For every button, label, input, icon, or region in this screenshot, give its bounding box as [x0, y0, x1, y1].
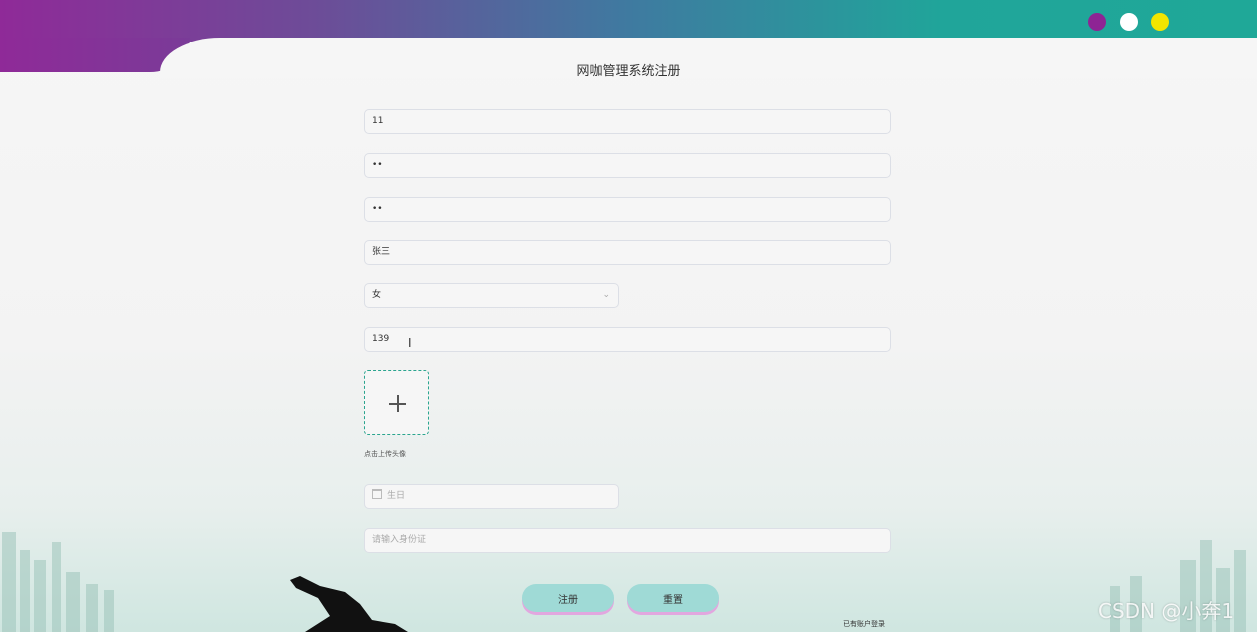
password-value: •• — [372, 160, 383, 170]
id-card-input[interactable]: 请输入身份证 — [364, 528, 891, 553]
gender-value: 女 — [372, 290, 382, 300]
id-card-placeholder: 请输入身份证 — [372, 535, 427, 545]
register-button[interactable]: 注册 — [522, 584, 614, 612]
birthday-picker[interactable]: 生日 — [364, 484, 619, 509]
confirm-password-value: •• — [372, 204, 383, 214]
purple-dot — [1088, 13, 1106, 31]
page-title: 网咖管理系统注册 — [576, 64, 681, 79]
text-cursor-icon: I — [408, 336, 412, 350]
header-band — [0, 0, 1257, 42]
confirm-password-input[interactable]: •• — [364, 197, 891, 222]
birthday-placeholder: 生日 — [387, 491, 406, 501]
white-dot — [1120, 13, 1138, 31]
account-value: 11 — [372, 116, 384, 126]
phone-input[interactable]: 139 — [364, 327, 891, 352]
phone-value: 139 — [372, 334, 390, 344]
name-input[interactable]: 张三 — [364, 240, 891, 265]
reset-button[interactable]: 重置 — [627, 584, 719, 612]
yellow-dot — [1151, 13, 1169, 31]
login-link[interactable]: 已有账户登录 — [843, 619, 885, 629]
plus-icon-vertical — [397, 395, 399, 412]
account-input[interactable]: 11 — [364, 109, 891, 134]
password-input[interactable]: •• — [364, 153, 891, 178]
avatar-upload[interactable] — [364, 370, 429, 435]
chevron-down-icon: ⌄ — [602, 290, 610, 300]
watermark: CSDN @小奔1 — [1098, 599, 1235, 623]
name-value: 张三 — [372, 247, 391, 257]
upload-tip: 点击上传头像 — [364, 450, 406, 458]
gender-select[interactable]: 女 ⌄ — [364, 283, 619, 308]
calendar-icon — [372, 489, 382, 499]
